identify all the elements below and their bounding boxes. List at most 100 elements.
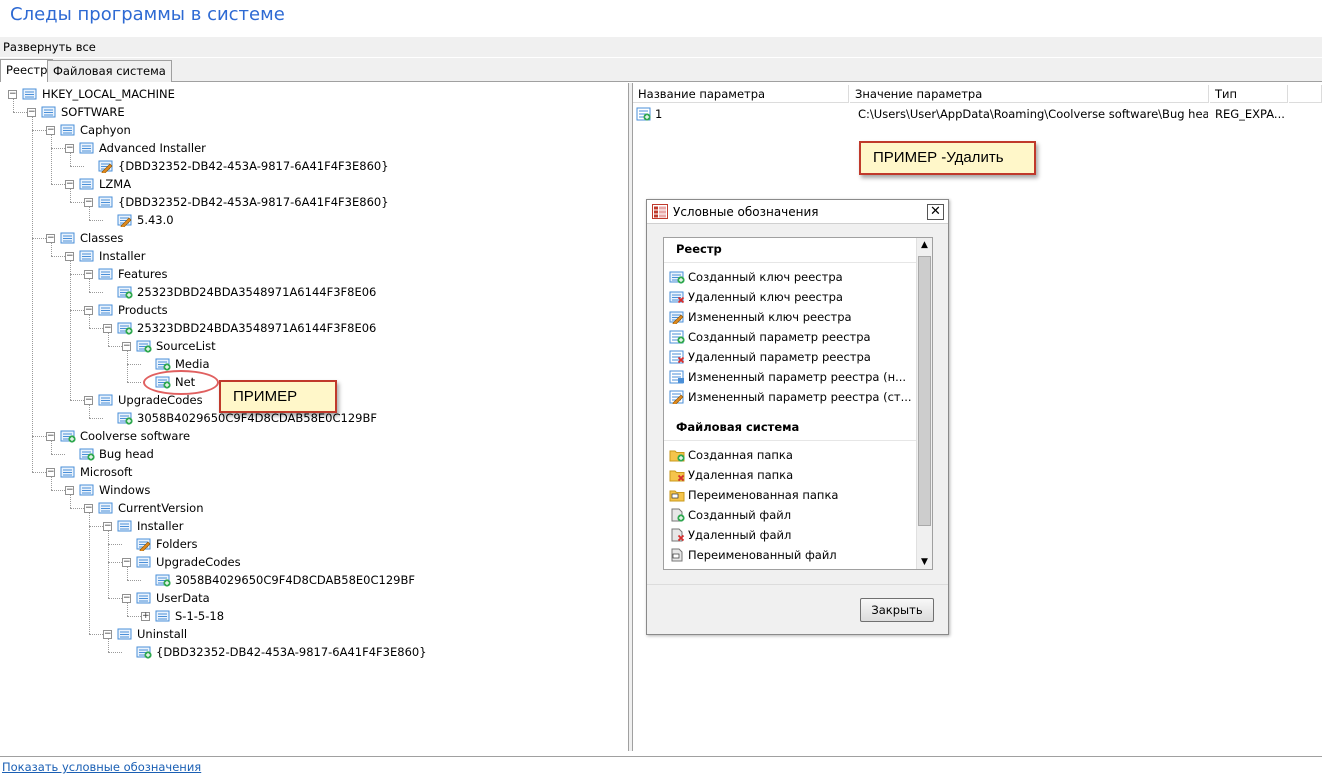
tree-node[interactable]: 5.43.0: [103, 211, 175, 229]
tree-node[interactable]: − Products: [84, 301, 169, 319]
tree-expander-icon[interactable]: −: [122, 593, 131, 603]
tab-file-system[interactable]: Файловая система: [47, 60, 172, 82]
column-header-value[interactable]: Значение параметра: [850, 85, 1209, 103]
tree-node[interactable]: Folders: [122, 535, 199, 553]
registry-key-icon: [98, 304, 113, 316]
tree-node[interactable]: − 25323DBD24BDA3548971A6144F3F8E06: [103, 319, 377, 337]
tree-expander-icon[interactable]: −: [46, 125, 55, 135]
tree-expander-icon[interactable]: −: [46, 431, 55, 441]
tree-expander-icon[interactable]: −: [65, 179, 74, 189]
tree-node[interactable]: − SourceList: [122, 337, 217, 355]
tree-expander-icon[interactable]: −: [103, 629, 112, 639]
row-value-cell: C:\Users\User\AppData\Roaming\Coolverse …: [858, 107, 1208, 121]
tree-node[interactable]: + S-1-5-18: [141, 607, 225, 625]
tree-expander-icon[interactable]: −: [103, 521, 112, 531]
tree-expander-icon[interactable]: −: [103, 323, 112, 333]
tree-expander-icon[interactable]: −: [84, 503, 93, 513]
tree-node[interactable]: {DBD32352-DB42-453A-9817-6A41F4F3E860}: [84, 157, 390, 175]
scroll-thumb[interactable]: [918, 256, 931, 526]
tree-expander-icon[interactable]: −: [65, 143, 74, 153]
created-registry-value-icon: [636, 107, 651, 121]
tree-node[interactable]: − Installer: [103, 517, 184, 535]
created-registry-key-icon: [136, 340, 152, 353]
legend-item-label: Переименованная папка: [688, 488, 839, 502]
tree-node[interactable]: − Classes: [46, 229, 124, 247]
legend-dialog-title: Условные обозначения ✕: [647, 200, 948, 224]
registry-tree-pane[interactable]: − HKEY_LOCAL_MACHINE − SOFTWARE − Caphyo…: [0, 83, 629, 751]
tab-registry[interactable]: Реестр: [0, 59, 54, 82]
tree-node[interactable]: 25323DBD24BDA3548971A6144F3F8E06: [103, 283, 377, 301]
tree-node[interactable]: − Microsoft: [46, 463, 133, 481]
tree-expander-icon[interactable]: −: [27, 107, 36, 117]
scroll-up-icon[interactable]: ▲: [919, 240, 930, 250]
tree-expander-icon[interactable]: −: [8, 89, 17, 99]
tree-node[interactable]: − Coolverse software: [46, 427, 191, 445]
tree-node[interactable]: − SOFTWARE: [27, 103, 126, 121]
modified-key-icon: [669, 311, 684, 324]
expand-all-label[interactable]: Развернуть все: [3, 40, 96, 54]
tree-expander-icon[interactable]: −: [84, 269, 93, 279]
tree-node-label: Installer: [99, 249, 146, 263]
tree-expander-icon[interactable]: −: [122, 341, 131, 351]
tree-node[interactable]: − UpgradeCodes: [122, 553, 242, 571]
legend-scrollbar[interactable]: ▲ ▼: [916, 238, 932, 569]
tree-node[interactable]: − HKEY_LOCAL_MACHINE: [8, 85, 176, 103]
created-registry-key-icon: [117, 286, 133, 299]
tree-expander-icon[interactable]: −: [46, 233, 55, 243]
table-row[interactable]: 1: [636, 105, 850, 123]
tree-node-label: 3058B4029650C9F4D8CDAB58E0C129BF: [175, 573, 415, 587]
registry-tree[interactable]: − HKEY_LOCAL_MACHINE − SOFTWARE − Caphyo…: [0, 83, 628, 751]
tree-expander-icon[interactable]: −: [122, 557, 131, 567]
row-name-cell: 1: [655, 107, 663, 121]
tree-node[interactable]: − Features: [84, 265, 168, 283]
tree-node[interactable]: − Caphyon: [46, 121, 132, 139]
tree-node[interactable]: Bug head: [65, 445, 155, 463]
tree-expander-icon[interactable]: −: [65, 251, 74, 261]
show-legend-link[interactable]: Показать условные обозначения: [2, 760, 201, 774]
legend-item: Измененный ключ реестра: [669, 308, 852, 326]
modified-registry-key-icon: [136, 538, 151, 551]
created-registry-key-icon: [155, 574, 171, 587]
tree-node[interactable]: − UserData: [122, 589, 211, 607]
tree-node[interactable]: − {DBD32352-DB42-453A-9817-6A41F4F3E860}: [84, 193, 390, 211]
expand-all-menu[interactable]: Развернуть все: [0, 37, 1322, 57]
tree-expander-icon[interactable]: −: [84, 395, 93, 405]
renamed-file-icon: [671, 548, 683, 562]
legend-item: Переименованный файл: [669, 546, 837, 564]
created-registry-key-icon: [117, 412, 133, 425]
legend-item-label: Удаленный файл: [688, 528, 792, 542]
column-header-type[interactable]: Тип: [1210, 85, 1288, 103]
scroll-down-icon[interactable]: ▼: [919, 557, 930, 567]
legend-item-label: Созданный ключ реестра: [688, 270, 843, 284]
tree-node[interactable]: − Advanced Installer: [65, 139, 207, 157]
tree-expander-icon[interactable]: −: [46, 467, 55, 477]
tree-node-label: Features: [118, 267, 168, 281]
tree-expander-icon[interactable]: +: [141, 611, 150, 621]
close-button[interactable]: Закрыть: [860, 598, 934, 622]
tree-node[interactable]: 3058B4029650C9F4D8CDAB58E0C129BF: [141, 571, 416, 589]
column-header-name[interactable]: Название параметра: [633, 85, 849, 103]
created-registry-key-icon: [60, 430, 76, 443]
legend-item-label: Измененный параметр реестра (ст...: [688, 390, 912, 404]
tree-node-label: S-1-5-18: [175, 609, 225, 623]
tree-node[interactable]: {DBD32352-DB42-453A-9817-6A41F4F3E860}: [122, 643, 428, 661]
tree-node[interactable]: − Uninstall: [103, 625, 188, 643]
created-registry-key-icon: [117, 322, 133, 335]
close-icon[interactable]: ✕: [927, 204, 944, 220]
tree-node[interactable]: − LZMA: [65, 175, 132, 193]
tree-expander-icon[interactable]: −: [84, 305, 93, 315]
legend-list[interactable]: Реестр Созданный ключ реестра Удаленный …: [663, 237, 933, 570]
example-delete-callout: ПРИМЕР -Удалить: [859, 141, 1036, 175]
tree-expander-icon[interactable]: −: [84, 197, 93, 207]
tree-node-label: SOFTWARE: [61, 105, 125, 119]
tree-node[interactable]: − Windows: [65, 481, 151, 499]
registry-key-icon: [155, 610, 170, 622]
created-file-icon: [671, 508, 685, 522]
tree-node[interactable]: − CurrentVersion: [84, 499, 204, 517]
modified-registry-key-icon: [117, 214, 132, 227]
created-registry-key-icon: [155, 358, 171, 371]
tree-expander-icon[interactable]: −: [65, 485, 74, 495]
tree-node[interactable]: − Installer: [65, 247, 146, 265]
legend-item: Созданный параметр реестра: [669, 328, 871, 346]
tree-node-label: Advanced Installer: [99, 141, 206, 155]
